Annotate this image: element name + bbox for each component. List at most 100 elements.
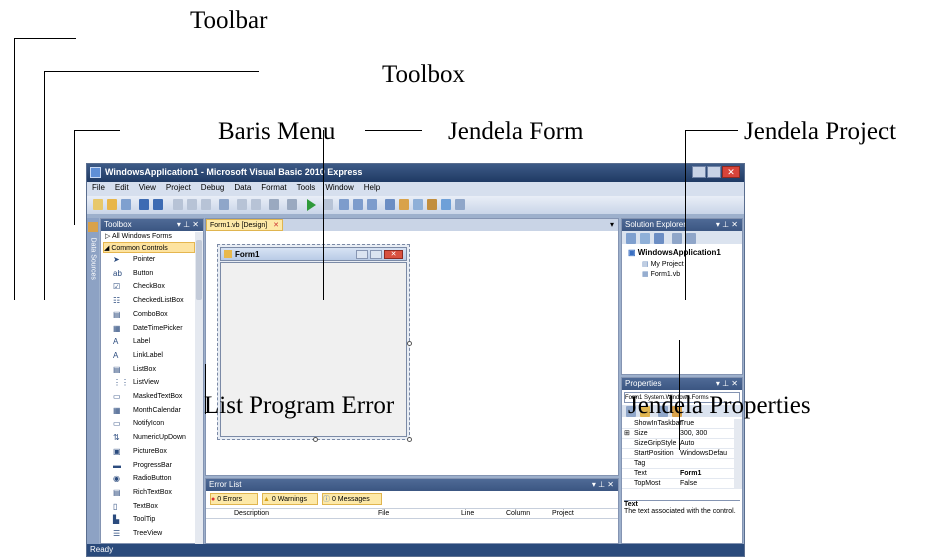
save-all-icon[interactable] (153, 199, 163, 210)
toolbox-item-datetimepicker[interactable]: ▦ DateTimePicker (111, 323, 209, 335)
close-icon[interactable]: ✕ (273, 222, 279, 229)
leader-line-menubar-h (74, 130, 120, 131)
new-project-icon[interactable] (93, 199, 103, 210)
solution-root[interactable]: ▣ WindowsApplication1 (628, 248, 721, 257)
toolbox-item-radiobutton[interactable]: ◉ RadioButton (111, 473, 209, 485)
start-debugging-icon[interactable] (307, 199, 316, 211)
toolbox-item-maskedtextbox[interactable]: ▭ MaskedTextBox (111, 391, 209, 403)
toolbox-item-button[interactable]: ab Button (111, 268, 209, 280)
property-row[interactable]: Text Form1 (622, 469, 734, 479)
errors-filter-button[interactable]: ● 0 Errors (210, 493, 258, 505)
property-row[interactable]: TopMost False (622, 479, 734, 489)
comment-icon[interactable] (237, 199, 247, 210)
resize-handle-right[interactable] (407, 341, 412, 346)
toolbox-icon[interactable] (427, 199, 437, 210)
tab-form1-design[interactable]: Form1.vb [Design] ✕ (206, 219, 284, 231)
step-over-icon[interactable] (353, 199, 363, 210)
find-icon[interactable] (219, 199, 229, 210)
menu-edit[interactable]: Edit (110, 182, 134, 193)
toolbox-item-listview[interactable]: ⋮⋮ ListView (111, 377, 209, 389)
step-into-icon[interactable] (339, 199, 349, 210)
toolbox-item-richtextbox[interactable]: ▤ RichTextBox (111, 487, 209, 499)
toolbox-item-pointer[interactable]: ➤ Pointer (111, 254, 209, 266)
properties-icon[interactable] (626, 233, 636, 244)
property-value: Auto (680, 440, 695, 447)
toolbox-item-monthcalendar[interactable]: ▦ MonthCalendar (111, 405, 209, 417)
warnings-filter-button[interactable]: ▲ 0 Warnings (262, 493, 318, 505)
menu-file[interactable]: File (87, 182, 110, 193)
save-icon[interactable] (139, 199, 149, 210)
step-out-icon[interactable] (367, 199, 377, 210)
start-page-icon[interactable] (441, 199, 451, 210)
show-all-files-icon[interactable] (640, 233, 650, 244)
close-icon[interactable]: ▾ ⊥ ✕ (716, 378, 738, 390)
toolbox-item-listbox[interactable]: ▤ ListBox (111, 364, 209, 376)
redo-icon[interactable] (287, 199, 297, 210)
view-designer-icon[interactable] (686, 233, 696, 244)
dropdown-arrow-icon[interactable]: ▾ (610, 220, 614, 229)
open-icon[interactable] (107, 199, 117, 210)
object-browser-icon[interactable] (413, 199, 423, 210)
toolbox-item-label[interactable]: A Label (111, 336, 209, 348)
add-item-icon[interactable] (121, 199, 131, 210)
menu-help[interactable]: Help (359, 182, 385, 193)
stop-icon[interactable] (323, 199, 333, 210)
toolbox-item-checkedlistbox[interactable]: ☷ CheckedListBox (111, 295, 209, 307)
view-code-icon[interactable] (672, 233, 682, 244)
close-icon[interactable]: ▾ ⊥ ✕ (716, 219, 738, 231)
toolbox-item-textbox[interactable]: ▯ TextBox (111, 501, 209, 513)
tree-item-my-project[interactable]: ▤ My Project (642, 260, 684, 268)
data-sources-icon[interactable] (88, 222, 98, 232)
toolbox-item-progressbar[interactable]: ▬ ProgressBar (111, 460, 209, 472)
col-line[interactable]: Line (461, 509, 474, 519)
resize-handle-corner[interactable] (407, 437, 412, 442)
col-project[interactable]: Project (552, 509, 574, 519)
menu-tools[interactable]: Tools (292, 182, 321, 193)
close-icon[interactable]: ✕ (722, 166, 740, 178)
cut-icon[interactable] (173, 199, 183, 210)
resize-handle-bottom[interactable] (313, 437, 318, 442)
close-icon[interactable]: ▾ ⊥ ✕ (177, 219, 199, 231)
messages-filter-button[interactable]: ⓘ 0 Messages (322, 493, 382, 505)
paste-icon[interactable] (201, 199, 211, 210)
refresh-icon[interactable] (654, 233, 664, 244)
toolbox-item-treeview[interactable]: ☰ TreeView (111, 528, 209, 540)
toolbox-item-checkbox[interactable]: ☑ CheckBox (111, 281, 209, 293)
toolbox-item-picturebox[interactable]: ▣ PictureBox (111, 446, 209, 458)
toolbox-items: ➤ Pointer ab Button ☑ CheckBox ☷ CheckedListBox… (101, 254, 197, 544)
menu-format[interactable]: Format (256, 182, 291, 193)
toolbox-item-tooltip[interactable]: ▙ ToolTip (111, 514, 209, 526)
property-row[interactable]: SizeGripStyle Auto (622, 439, 734, 449)
property-row[interactable]: Tag (622, 459, 734, 469)
col-description[interactable]: Description (234, 509, 269, 519)
toolbox-item-numericupdown[interactable]: ⇅ NumericUpDown (111, 432, 209, 444)
toolbox-item-notifyicon[interactable]: ▭ NotifyIcon (111, 418, 209, 430)
menu-window[interactable]: Window (320, 182, 358, 193)
properties-scrollbar[interactable] (734, 419, 742, 489)
data-sources-tab[interactable]: Data Sources (90, 238, 97, 286)
tree-item-form1[interactable]: ▦ Form1.vb (642, 270, 680, 278)
window-icon[interactable] (455, 199, 465, 210)
toolbox-item-linklabel[interactable]: A LinkLabel (111, 350, 209, 362)
maximize-button[interactable] (707, 166, 721, 178)
property-row[interactable]: ShowInTaskbar True (622, 419, 734, 429)
copy-icon[interactable] (187, 199, 197, 210)
minimize-button[interactable] (692, 166, 706, 178)
uncomment-icon[interactable] (251, 199, 261, 210)
properties-icon[interactable] (399, 199, 409, 210)
expand-icon[interactable]: ⊞ (624, 429, 630, 439)
solution-explorer-icon[interactable] (385, 199, 395, 210)
close-icon[interactable]: ▾ ⊥ ✕ (592, 479, 614, 491)
undo-icon[interactable] (269, 199, 279, 210)
property-row[interactable]: StartPosition WindowsDefau (622, 449, 734, 459)
property-row[interactable]: ⊞ Size 300, 300 (622, 429, 734, 439)
menu-view[interactable]: View (134, 182, 161, 193)
col-column[interactable]: Column (506, 509, 530, 519)
menu-debug[interactable]: Debug (196, 182, 230, 193)
col-file[interactable]: File (378, 509, 389, 519)
menu-data[interactable]: Data (229, 182, 256, 193)
toolbox-item-combobox[interactable]: ▤ ComboBox (111, 309, 209, 321)
group-common-controls[interactable]: ◢ Common Controls (103, 242, 195, 253)
menu-project[interactable]: Project (161, 182, 196, 193)
group-all-windows-forms[interactable]: ▷ All Windows Forms (105, 232, 201, 242)
